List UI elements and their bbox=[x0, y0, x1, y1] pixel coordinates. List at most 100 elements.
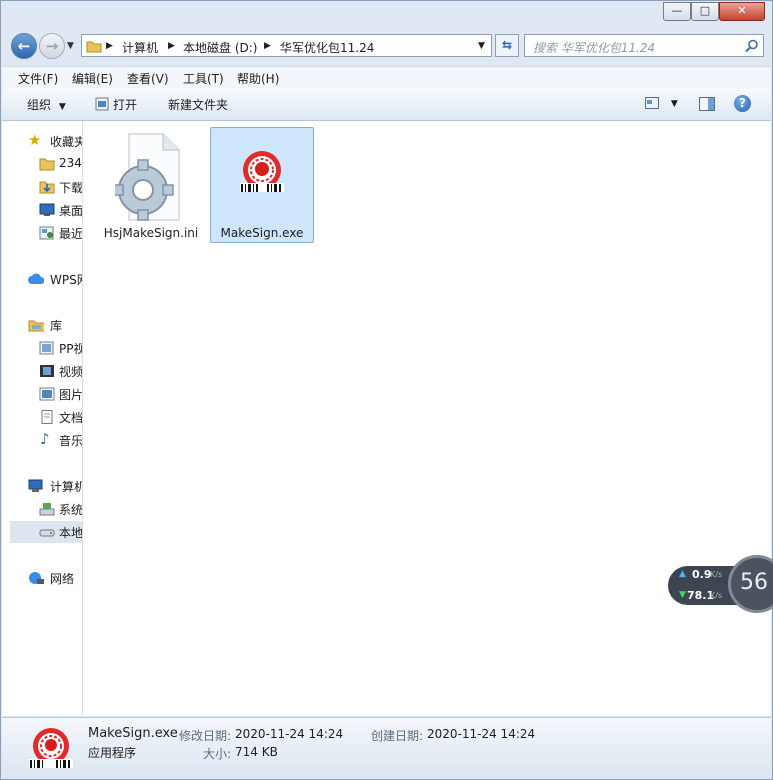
open-label: 打开 bbox=[113, 98, 138, 112]
nav-network[interactable]: 网络 bbox=[2, 568, 82, 588]
nav-item-label: 下载 bbox=[59, 181, 83, 195]
view-icon bbox=[645, 97, 659, 109]
nav-wps[interactable]: WPS网盘 bbox=[2, 269, 82, 289]
nav-favorites-item[interactable]: 最近访问的位置 bbox=[2, 223, 82, 243]
desktop-icon bbox=[39, 203, 55, 216]
search-box[interactable]: 搜索 华军优化包11.24 bbox=[524, 34, 764, 57]
close-button[interactable]: ✕ bbox=[719, 2, 765, 21]
breadcrumb-current-folder[interactable]: 华军优化包11.24 bbox=[280, 39, 374, 56]
file-item[interactable]: HsjMakeSign.ini bbox=[99, 128, 203, 244]
nav-item-label: 桌面 bbox=[59, 204, 83, 218]
upload-arrow-icon: ▲ bbox=[679, 569, 686, 579]
modified-label: 修改日期: bbox=[179, 729, 232, 743]
star-icon: ★ bbox=[28, 131, 42, 149]
folder-icon bbox=[86, 41, 102, 53]
nav-item-label: 文档 bbox=[59, 411, 83, 425]
maximize-button[interactable]: □ bbox=[691, 2, 719, 21]
breadcrumb-separator-icon: ▶ bbox=[106, 41, 113, 51]
navigation-pane: ★ 收藏夹 234 下载 桌面 最近访问的位置 WPS网盘 库 bbox=[2, 121, 83, 716]
nav-item-label: PP视频 bbox=[59, 342, 82, 356]
back-button[interactable]: ← bbox=[11, 33, 37, 59]
pictures-icon bbox=[39, 387, 55, 401]
menu-edit[interactable]: 编辑(E) bbox=[72, 70, 113, 87]
nav-library-item[interactable]: PP视频 bbox=[2, 338, 82, 358]
open-icon bbox=[95, 97, 109, 111]
nav-favorites-item[interactable]: 下载 bbox=[2, 177, 82, 197]
menu-help[interactable]: 帮助(H) bbox=[237, 70, 279, 87]
breadcrumb-separator-icon: ▶ bbox=[264, 41, 271, 51]
cloud-icon bbox=[28, 273, 44, 284]
nav-library-item[interactable]: 视频 bbox=[2, 361, 82, 381]
nav-libraries[interactable]: 库 bbox=[2, 315, 82, 335]
makesign-app-icon bbox=[29, 728, 73, 768]
nav-item-label: 图片 bbox=[59, 388, 83, 402]
change-view-button[interactable]: ▼ bbox=[645, 97, 678, 112]
video-library-icon bbox=[39, 341, 54, 355]
nav-favorites-label: 收藏夹 bbox=[50, 135, 83, 149]
nav-library-item[interactable]: 图片 bbox=[2, 384, 82, 404]
address-dropdown-icon[interactable]: ▼ bbox=[478, 41, 485, 51]
help-icon[interactable]: ? bbox=[734, 95, 751, 112]
forward-button[interactable]: → bbox=[39, 33, 65, 59]
new-folder-button[interactable]: 新建文件夹 bbox=[168, 96, 228, 113]
breadcrumb-local-disk[interactable]: 本地磁盘 (D:) bbox=[183, 39, 257, 56]
details-file-type: 应用程序 bbox=[88, 746, 137, 760]
nav-favorites-item[interactable]: 234 bbox=[2, 154, 82, 174]
breadcrumb-computer[interactable]: 计算机 bbox=[122, 39, 158, 56]
network-icon bbox=[29, 572, 44, 584]
documents-icon bbox=[41, 410, 53, 424]
preview-pane-icon[interactable] bbox=[699, 97, 715, 111]
menu-view[interactable]: 查看(V) bbox=[127, 70, 169, 87]
nav-item-label: 系统 bbox=[59, 503, 83, 517]
nav-favorites-item[interactable]: 桌面 bbox=[2, 200, 82, 220]
details-file-name: MakeSign.exe bbox=[88, 726, 178, 741]
organize-label: 组织 bbox=[27, 98, 52, 112]
downloads-icon bbox=[39, 181, 55, 194]
file-list: HsjMakeSign.ini MakeSign.exe bbox=[83, 121, 771, 716]
folder-icon bbox=[39, 158, 55, 171]
nav-library-item[interactable]: 文档 bbox=[2, 407, 82, 427]
refresh-icon: ⇆ bbox=[501, 38, 513, 52]
download-unit: K/s bbox=[710, 591, 723, 600]
nav-item-label: 最近访问的位置 bbox=[59, 227, 83, 241]
nav-item-label: 234 bbox=[59, 156, 82, 170]
nav-computer-item[interactable]: 系统 bbox=[2, 499, 82, 519]
modified-value: 2020-11-24 14:24 bbox=[235, 727, 344, 741]
nav-computer[interactable]: 计算机 bbox=[2, 476, 82, 496]
nav-item-label: 本地磁盘 (D:) bbox=[59, 526, 83, 540]
upload-unit: K/s bbox=[710, 570, 723, 579]
download-arrow-icon: ▼ bbox=[679, 590, 686, 600]
nav-computer-item-selected[interactable]: 本地磁盘 (D:) bbox=[10, 521, 82, 543]
file-name-label: HsjMakeSign.ini bbox=[103, 226, 199, 240]
search-icon[interactable] bbox=[745, 39, 759, 53]
nav-item-label: 视频 bbox=[59, 365, 83, 379]
command-bar: 组织 ▼ 打开 新建文件夹 ▼ ? bbox=[2, 89, 771, 121]
address-bar[interactable]: ▶ 计算机 ▶ 本地磁盘 (D:) ▶ 华军优化包11.24 ▼ bbox=[81, 34, 492, 57]
details-pane: MakeSign.exe 应用程序 修改日期: 2020-11-24 14:24… bbox=[2, 717, 771, 779]
menu-file[interactable]: 文件(F) bbox=[18, 70, 58, 87]
organize-dropdown-icon: ▼ bbox=[58, 102, 66, 112]
menu-bar: 文件(F) 编辑(E) 查看(V) 工具(T) 帮助(H) bbox=[2, 66, 771, 90]
makesign-app-icon bbox=[240, 151, 284, 192]
menu-tools[interactable]: 工具(T) bbox=[183, 70, 224, 87]
network-speed-widget[interactable]: ▲ 0.9 K/s ▼ 78.1 K/s 56 bbox=[668, 555, 773, 615]
explorer-window: — □ ✕ ← → ▼ ▶ 计算机 ▶ 本地磁盘 (D:) ▶ 华军优化包11.… bbox=[0, 0, 773, 780]
refresh-button[interactable]: ⇆ bbox=[495, 34, 519, 57]
nav-item-label: 音乐 bbox=[59, 434, 83, 448]
nav-library-item[interactable]: ♪ 音乐 bbox=[2, 430, 82, 450]
music-icon: ♪ bbox=[40, 430, 50, 448]
minimize-button[interactable]: — bbox=[663, 2, 691, 21]
usage-percent: 56 bbox=[740, 570, 768, 595]
nav-favorites[interactable]: ★ 收藏夹 bbox=[2, 131, 82, 151]
settings-file-icon bbox=[115, 133, 180, 221]
view-dropdown-icon[interactable]: ▼ bbox=[671, 99, 678, 109]
nav-libraries-label: 库 bbox=[50, 319, 63, 333]
forward-arrow-icon: → bbox=[45, 37, 59, 55]
open-button[interactable]: 打开 bbox=[95, 96, 137, 113]
size-value: 714 KB bbox=[235, 745, 278, 759]
back-arrow-icon: ← bbox=[17, 37, 31, 55]
file-item-selected[interactable]: MakeSign.exe bbox=[210, 127, 314, 243]
search-input[interactable]: 搜索 华军优化包11.24 bbox=[533, 39, 655, 56]
organize-button[interactable]: 组织 ▼ bbox=[27, 96, 66, 113]
recent-pages-dropdown-icon[interactable]: ▼ bbox=[67, 41, 74, 51]
